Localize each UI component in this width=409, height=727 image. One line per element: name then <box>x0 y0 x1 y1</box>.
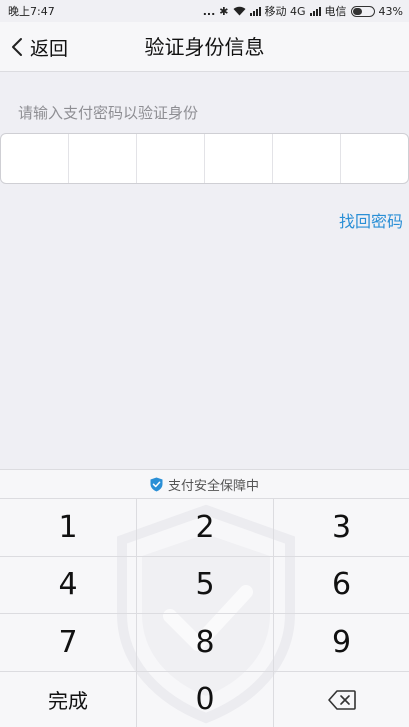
backspace-icon <box>327 689 356 710</box>
backspace-key[interactable] <box>274 672 409 727</box>
secure-keyboard: 支付安全保障中 1 2 3 4 5 6 7 8 9 完成 0 <box>0 469 409 727</box>
key-7[interactable]: 7 <box>0 614 137 672</box>
battery-label: 43% <box>378 4 403 18</box>
password-digit-cell <box>1 134 69 183</box>
carrier-1: 移动 4G <box>264 5 306 18</box>
back-button[interactable]: 返回 <box>10 22 68 72</box>
password-digit-cell <box>273 134 341 183</box>
secure-text: 支付安全保障中 <box>167 478 259 494</box>
password-digit-cell <box>69 134 137 183</box>
status-bar: 晚上7:47 ... ✱ 移动 4G 电信 43% <box>0 0 409 22</box>
chevron-left-icon <box>12 38 22 56</box>
done-key[interactable]: 完成 <box>0 671 137 727</box>
wifi-icon <box>233 6 246 16</box>
password-digit-cell <box>137 134 205 183</box>
key-9[interactable]: 9 <box>274 614 409 672</box>
signal-icon-2 <box>309 6 321 16</box>
signal-icon <box>249 6 261 16</box>
back-label: 返回 <box>30 37 69 60</box>
secure-banner: 支付安全保障中 <box>0 470 409 498</box>
carrier-2: 电信 <box>324 5 347 18</box>
shield-check-icon <box>150 477 163 491</box>
forgot-password-link[interactable]: 找回密码 <box>339 208 403 232</box>
key-0[interactable]: 0 <box>137 671 274 727</box>
password-hint: 请输入支付密码以验证身份 <box>18 104 199 122</box>
key-3[interactable]: 3 <box>274 499 409 557</box>
status-time: 晚上7:47 <box>8 5 55 18</box>
bluetooth-icon: ✱ <box>219 4 229 18</box>
password-digit-cell <box>341 134 408 183</box>
key-1[interactable]: 1 <box>0 499 137 557</box>
key-6[interactable]: 6 <box>274 557 409 614</box>
navigation-bar: 验证身份信息 返回 <box>0 22 409 72</box>
battery-icon <box>350 5 375 17</box>
more-dots: ... <box>202 4 216 18</box>
key-8[interactable]: 8 <box>137 614 274 672</box>
key-4[interactable]: 4 <box>0 556 137 614</box>
key-2[interactable]: 2 <box>137 499 274 557</box>
password-input[interactable] <box>0 133 409 184</box>
keypad: 1 2 3 4 5 6 7 8 9 完成 0 <box>0 498 409 727</box>
status-indicators: ... ✱ 移动 4G 电信 43% <box>203 3 403 19</box>
password-digit-cell <box>205 134 273 183</box>
key-5[interactable]: 5 <box>137 556 274 614</box>
